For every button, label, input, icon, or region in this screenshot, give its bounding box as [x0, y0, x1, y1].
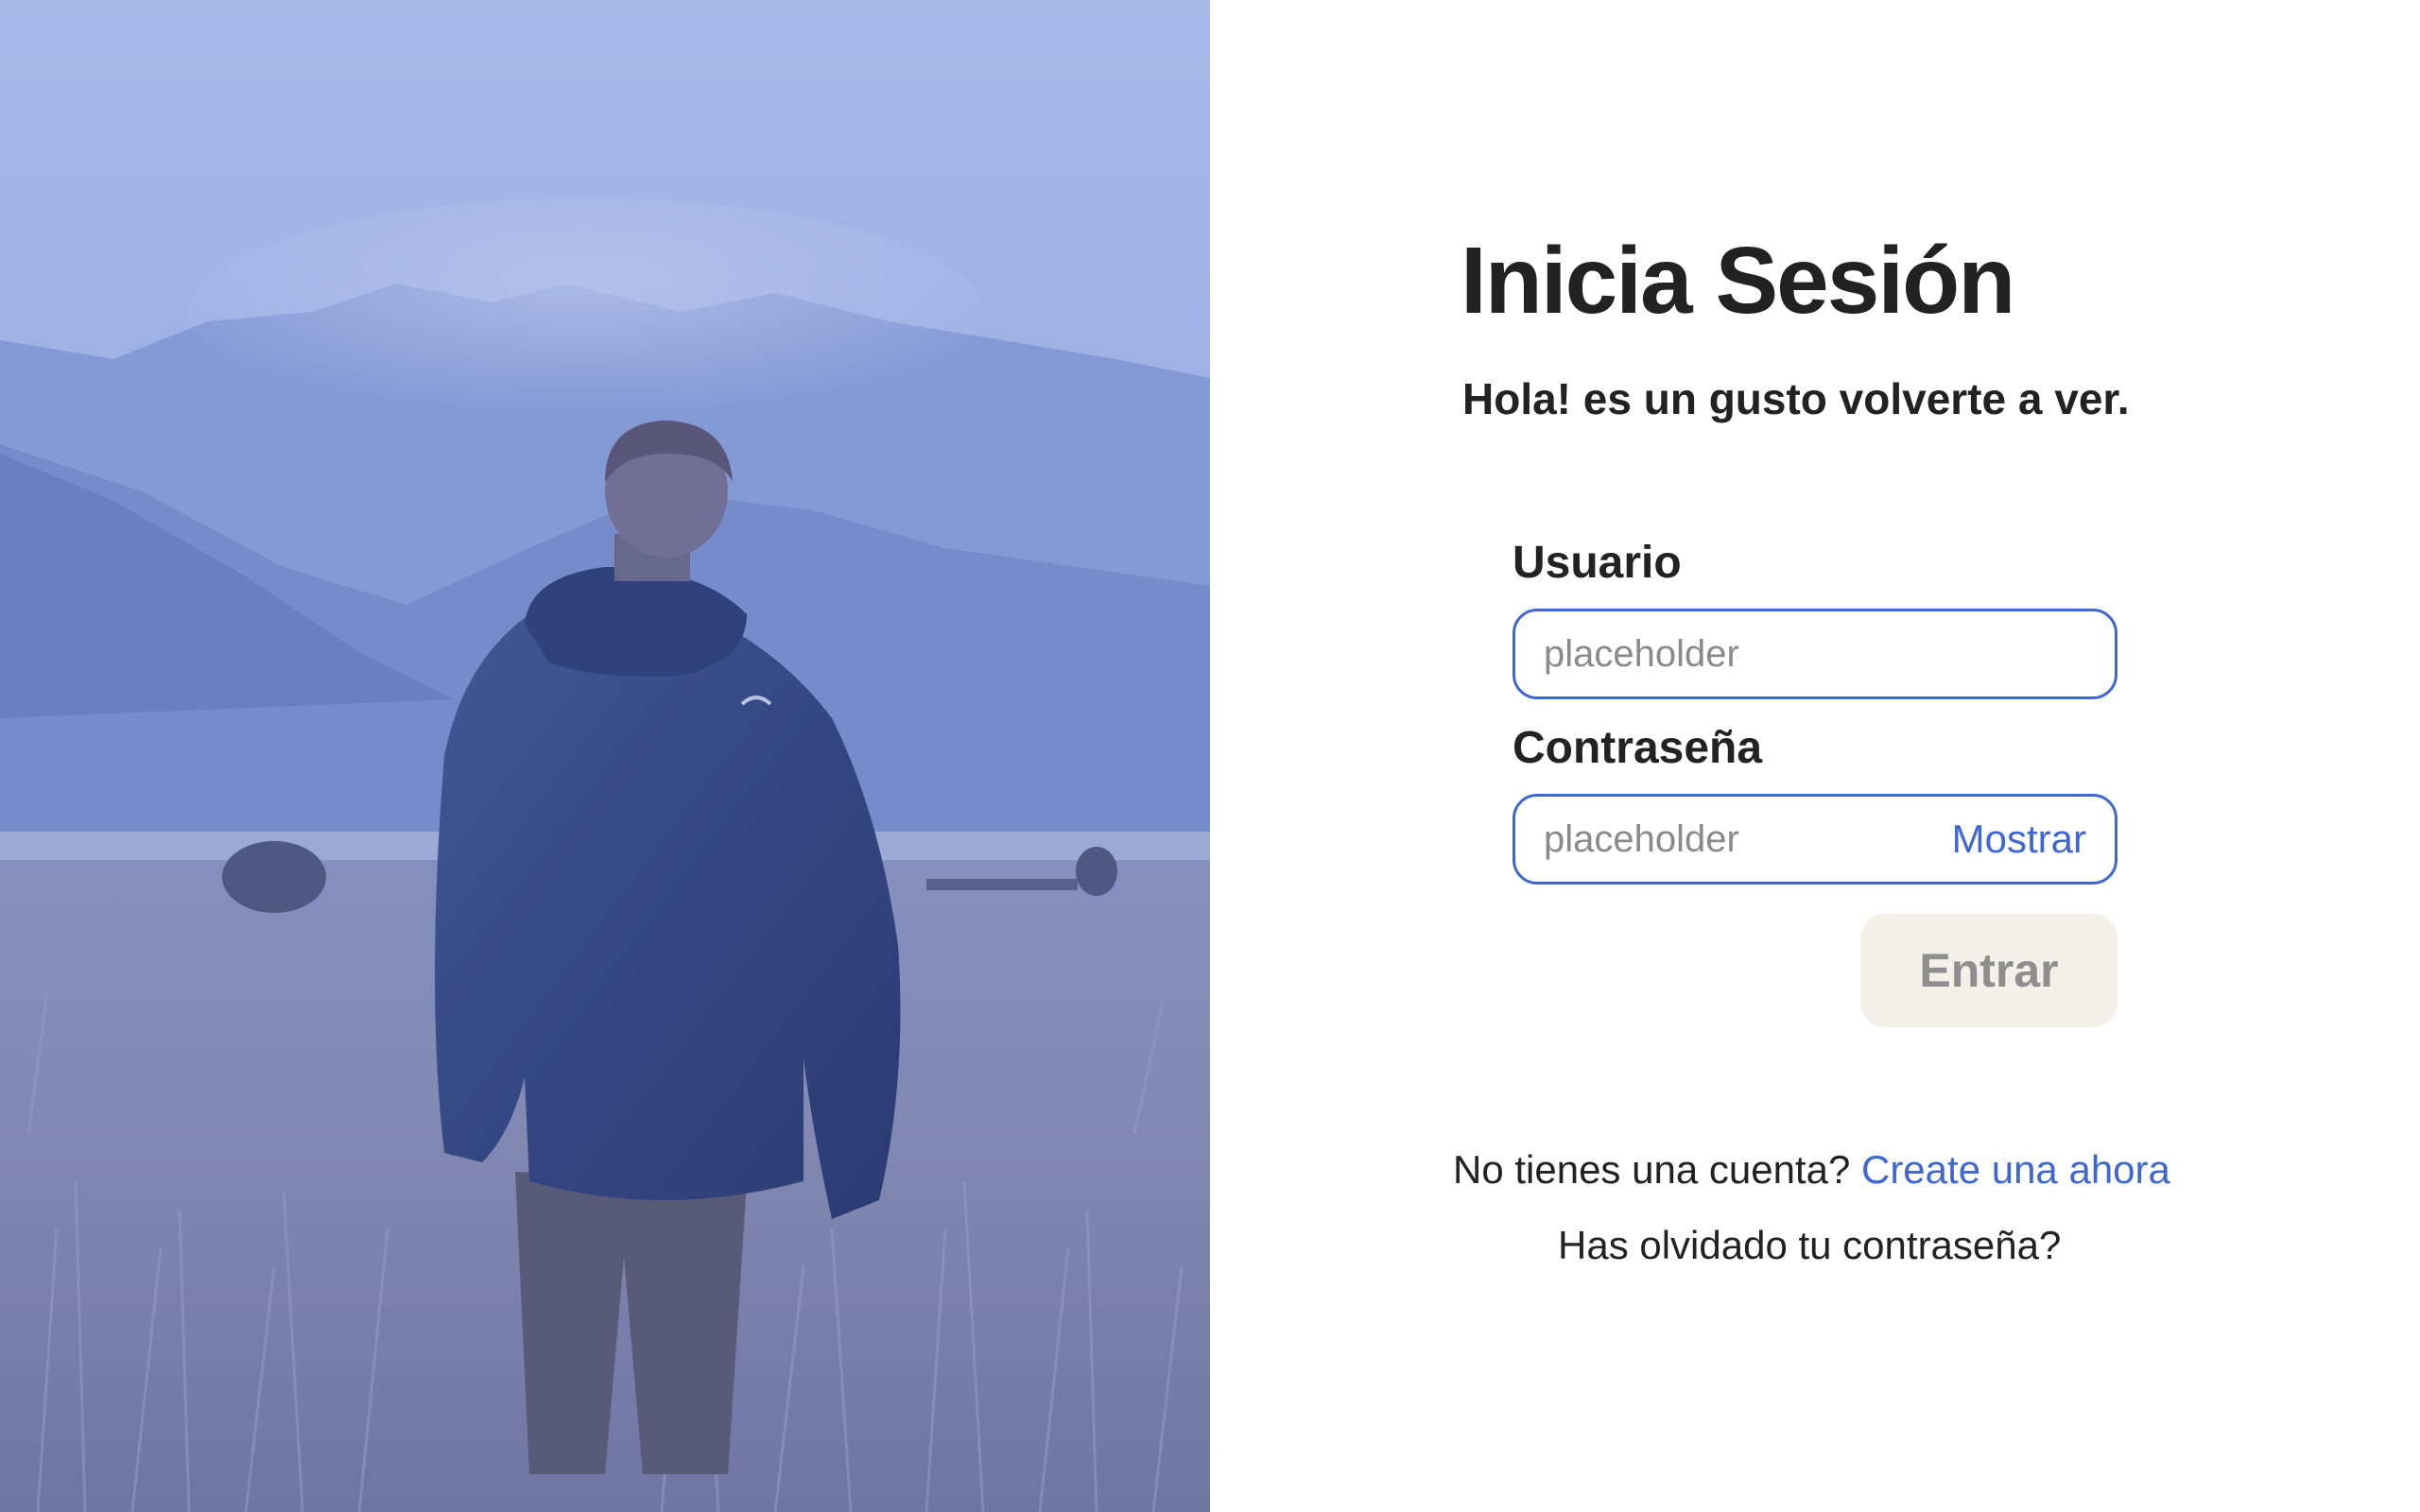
username-input[interactable]: [1544, 611, 2092, 696]
forgot-password-link[interactable]: Has olvidado tu contraseña?: [1558, 1223, 2061, 1268]
page-title: Inicia Sesión: [1461, 228, 2015, 334]
submit-button[interactable]: Entrar: [1860, 914, 2118, 1027]
hero-illustration: [0, 0, 1210, 1512]
username-field[interactable]: [1512, 609, 2118, 699]
password-input[interactable]: [1544, 797, 1922, 882]
signup-prompt: No tienes una cuenta?: [1453, 1147, 1851, 1192]
password-field[interactable]: Mostrar: [1512, 794, 2118, 885]
signup-text-wrap: No tienes una cuenta? Create una ahora: [1453, 1147, 2170, 1193]
show-password-toggle[interactable]: Mostrar: [1952, 797, 2086, 882]
signup-link[interactable]: Create una ahora: [1861, 1147, 2170, 1192]
page-subtitle: Hola! es un gusto volverte a ver.: [1462, 374, 2130, 423]
username-label: Usuario: [1512, 538, 1682, 588]
login-page: Inicia Sesión Hola! es un gusto volverte…: [0, 0, 2420, 1512]
login-panel: Inicia Sesión Hola! es un gusto volverte…: [1210, 0, 2420, 1512]
hero-image: [0, 0, 1210, 1512]
password-label: Contraseña: [1512, 723, 1763, 773]
